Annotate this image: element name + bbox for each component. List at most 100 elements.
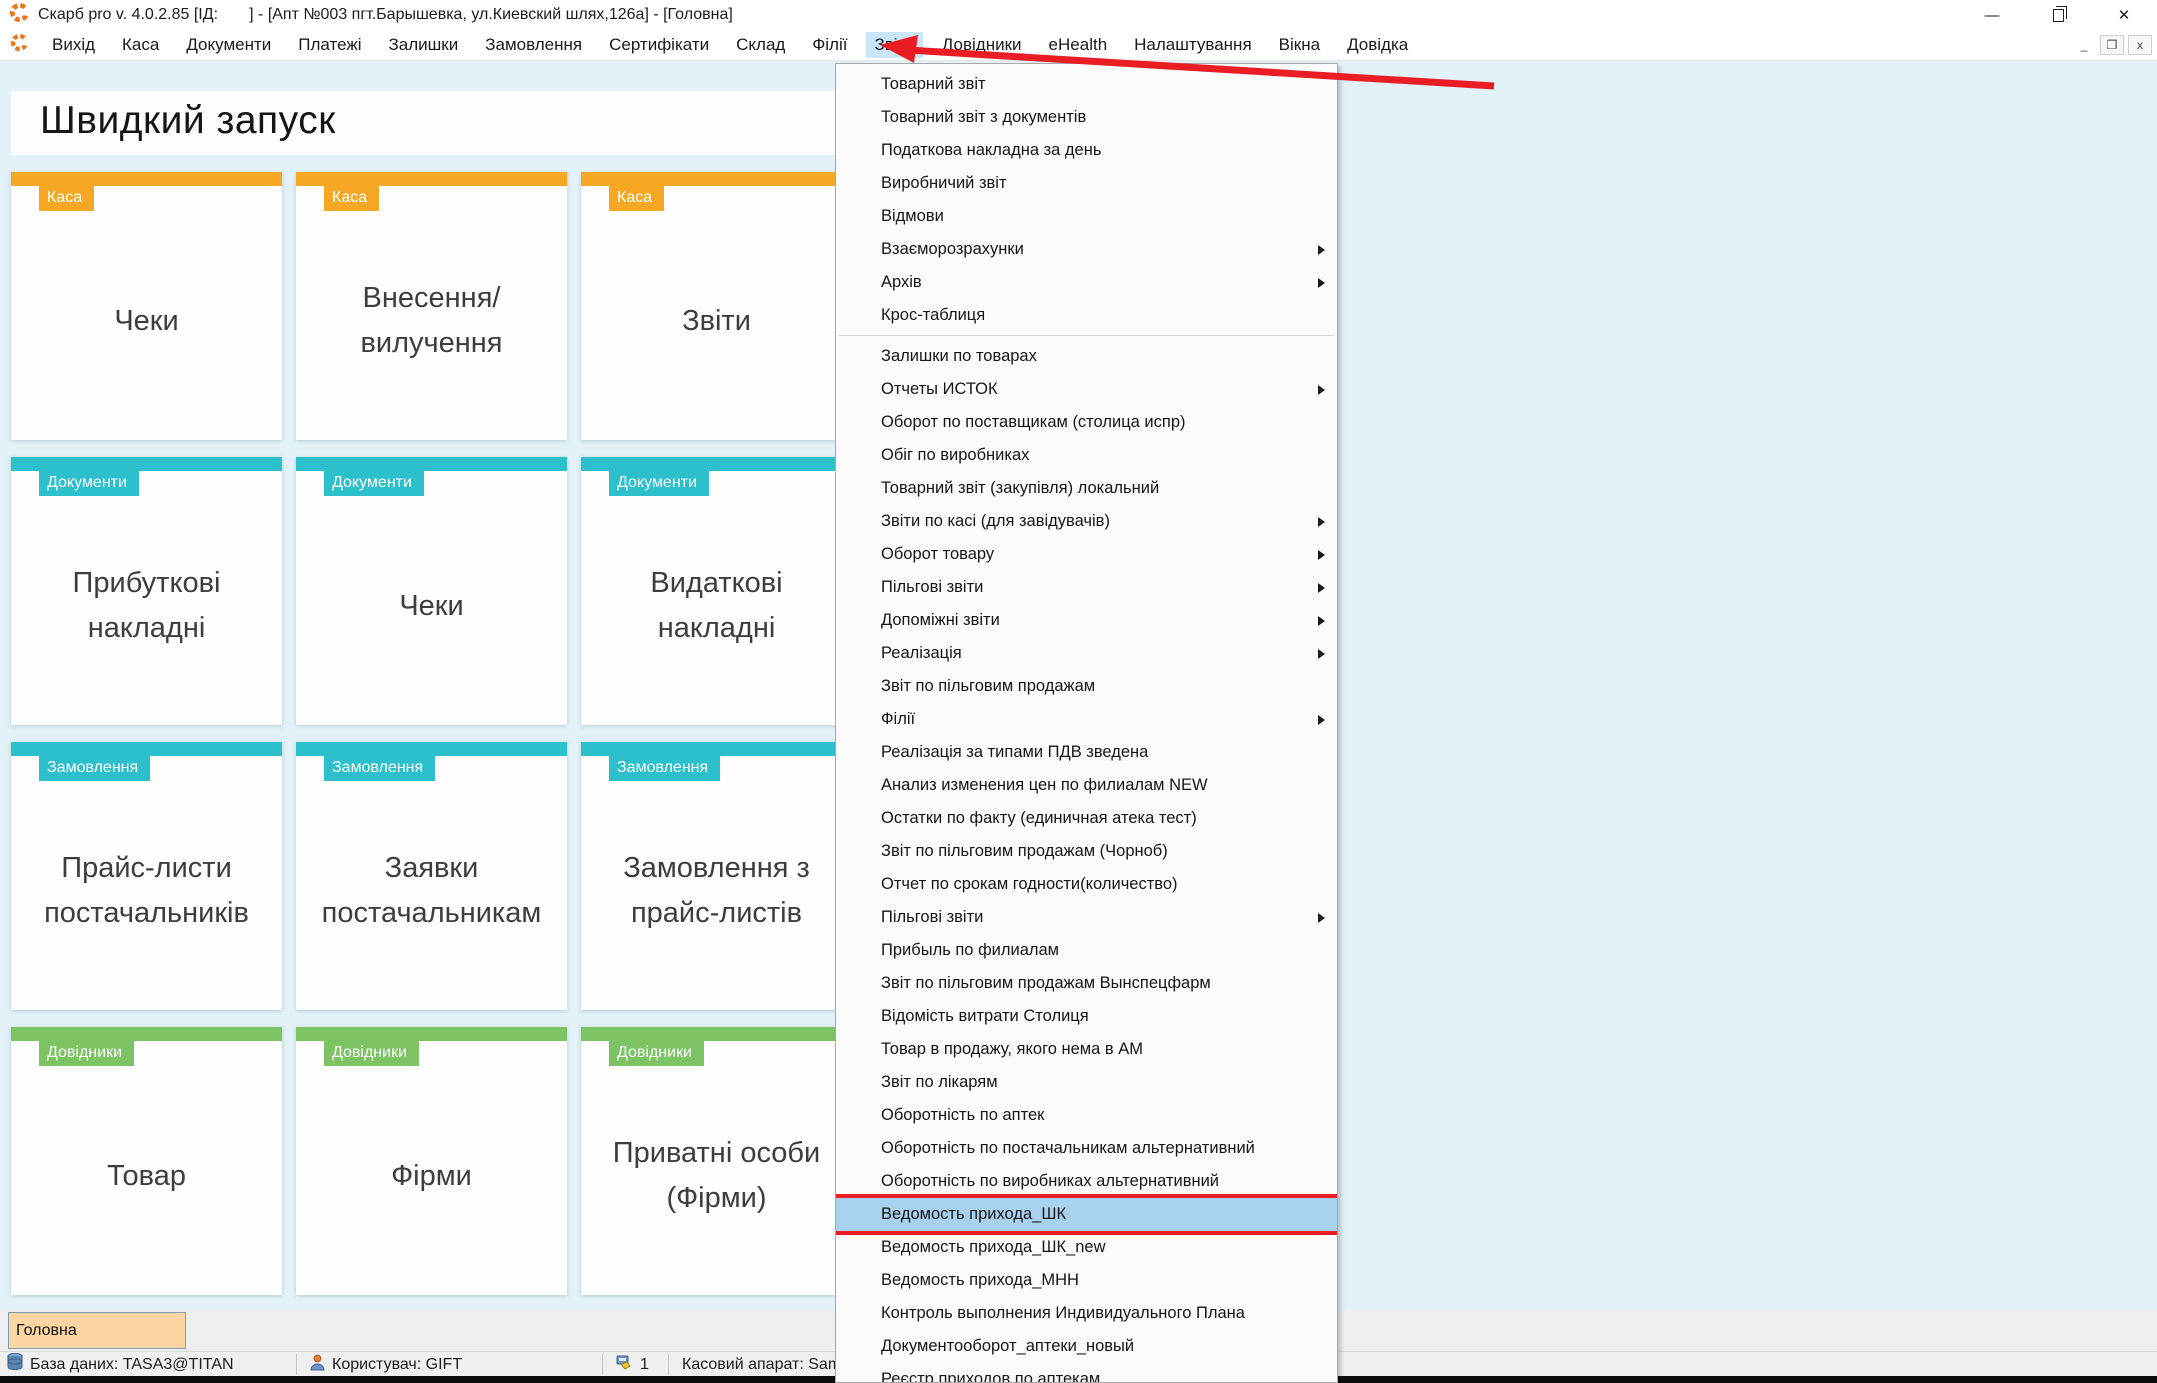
quick-launch-tile[interactable]: Каса Чеки	[11, 172, 282, 440]
dropdown-item[interactable]: Звіт по лікарям	[836, 1066, 1337, 1099]
dropdown-item[interactable]: Оборотність по аптек	[836, 1099, 1337, 1132]
dropdown-item[interactable]: Архів	[836, 266, 1337, 299]
tile-category-tag: Довідники	[609, 1041, 704, 1066]
dropdown-item[interactable]: Звіт по пільговим продажам Вынспецфарм	[836, 967, 1337, 1000]
restore-icon	[2053, 9, 2064, 22]
dropdown-item-label: Отчет по срокам годности(количество)	[881, 875, 1178, 893]
dropdown-item[interactable]: Оборотність по постачальникам альтернати…	[836, 1132, 1337, 1165]
menubar-item[interactable]: Вихід	[44, 32, 103, 58]
menubar-item[interactable]: Платежі	[290, 32, 369, 58]
quick-launch-tile[interactable]: Каса Внесення/вилучення	[296, 172, 567, 440]
tile-category-tag: Довідники	[324, 1041, 419, 1066]
dropdown-item[interactable]: Відомість витрати Столиця	[836, 1000, 1337, 1033]
tile-category-tag: Замовлення	[39, 756, 150, 781]
tile-label: Видаткові накладні	[591, 501, 842, 711]
menubar-item[interactable]: Замовлення	[477, 32, 590, 58]
quick-launch-tile[interactable]: Замовлення Заявки постачальникам	[296, 742, 567, 1010]
dropdown-item[interactable]: Звіт по пільговим продажам (Чорноб)	[836, 835, 1337, 868]
menubar-item[interactable]: Довідка	[1339, 32, 1416, 58]
dropdown-item[interactable]: Ведомость прихода_ШК_new	[836, 1231, 1337, 1264]
dropdown-item[interactable]: Остатки по факту (единичная атека тест)	[836, 802, 1337, 835]
dropdown-item-label: Обіг по виробниках	[881, 446, 1029, 464]
dropdown-item[interactable]: Анализ изменения цен по филиалам NEW	[836, 769, 1337, 802]
tile-category-bar	[581, 742, 852, 756]
quick-launch-grid: Каса Чеки Каса Внесення/вилучення Каса З…	[11, 172, 852, 1295]
dropdown-item-label: Товарний звіт з документів	[881, 108, 1086, 126]
submenu-arrow-icon	[1318, 517, 1325, 527]
dropdown-item-label: Звіти по касі (для завідувачів)	[881, 512, 1110, 530]
mdi-restore-button[interactable]: ❐	[2100, 35, 2124, 55]
dropdown-item[interactable]: Оборотність по виробниках альтернативний	[836, 1165, 1337, 1198]
dropdown-item[interactable]: Відмови	[836, 200, 1337, 233]
minimize-button[interactable]: —	[1959, 0, 2025, 30]
menubar-item[interactable]: Сертифікати	[601, 32, 717, 58]
dropdown-item[interactable]: Звіти по касі (для завідувачів)	[836, 505, 1337, 538]
restore-button[interactable]	[2025, 0, 2091, 30]
dropdown-item[interactable]: Ведомость прихода_МНН	[836, 1264, 1337, 1297]
menubar-item[interactable]: Філії	[804, 32, 855, 58]
dropdown-item[interactable]: Реалізація	[836, 637, 1337, 670]
dropdown-item[interactable]: Товар в продажу, якого нема в АМ	[836, 1033, 1337, 1066]
dropdown-item-label: Пільгові звіти	[881, 908, 983, 926]
tile-category-bar	[581, 1027, 852, 1041]
menubar-item[interactable]: Вікна	[1271, 32, 1328, 58]
dropdown-item[interactable]: Документооборот_аптеки_новый	[836, 1330, 1337, 1363]
dropdown-item-label: Ведомость прихода_ШК_new	[881, 1238, 1106, 1256]
dropdown-item[interactable]: Пільгові звіти	[836, 901, 1337, 934]
quick-launch-tile[interactable]: Довідники Товар	[11, 1027, 282, 1295]
submenu-arrow-icon	[1318, 649, 1325, 659]
mdi-close-button[interactable]: x	[2128, 35, 2152, 55]
mdi-minimize-button[interactable]: _	[2072, 35, 2096, 55]
dropdown-item[interactable]: Прибыль по филиалам	[836, 934, 1337, 967]
quick-launch-tile[interactable]: Довідники Фірми	[296, 1027, 567, 1295]
dropdown-item[interactable]: Філії	[836, 703, 1337, 736]
dropdown-item[interactable]: Виробничий звіт	[836, 167, 1337, 200]
dropdown-item[interactable]: Податкова накладна за день	[836, 134, 1337, 167]
dropdown-item[interactable]: Звіт по пільговим продажам	[836, 670, 1337, 703]
dropdown-item-highlighted[interactable]: Ведомость прихода_ШК	[836, 1198, 1337, 1231]
tile-label: Фірми	[306, 1071, 557, 1281]
dropdown-item[interactable]: Крос-таблиця	[836, 299, 1337, 332]
menubar-item[interactable]: Звіти	[866, 32, 922, 58]
dropdown-item[interactable]: Взаєморозрахунки	[836, 233, 1337, 266]
quick-launch-tile[interactable]: Довідники Приватні особи (Фірми)	[581, 1027, 852, 1295]
dropdown-item-label: Виробничий звіт	[881, 174, 1007, 192]
dropdown-item[interactable]: Залишки по товарах	[836, 340, 1337, 373]
dropdown-item[interactable]: Контроль выполнения Индивидуального План…	[836, 1297, 1337, 1330]
dropdown-item[interactable]: Отчеты ИСТОК	[836, 373, 1337, 406]
dropdown-item[interactable]: Товарний звіт	[836, 68, 1337, 101]
menubar-item[interactable]: Склад	[728, 32, 793, 58]
menubar-item[interactable]: eHealth	[1041, 32, 1116, 58]
dropdown-item[interactable]: Оборот товару	[836, 538, 1337, 571]
dropdown-item[interactable]: Допоміжні звіти	[836, 604, 1337, 637]
submenu-arrow-icon	[1318, 550, 1325, 560]
dropdown-item[interactable]: Обіг по виробниках	[836, 439, 1337, 472]
quick-launch-tile[interactable]: Документи Чеки	[296, 457, 567, 725]
status-separator	[668, 1354, 669, 1375]
menubar-item[interactable]: Документи	[178, 32, 279, 58]
quick-launch-tile[interactable]: Документи Видаткові накладні	[581, 457, 852, 725]
close-button[interactable]: ✕	[2091, 0, 2157, 30]
dropdown-item-label: Архів	[881, 273, 922, 291]
quick-launch-tile[interactable]: Замовлення Прайс-листи постачальників	[11, 742, 282, 1010]
tab-golovna[interactable]: Головна	[8, 1312, 186, 1349]
menubar-item[interactable]: Налаштування	[1126, 32, 1260, 58]
quick-launch-tile[interactable]: Документи Прибуткові накладні	[11, 457, 282, 725]
dropdown-item[interactable]: Отчет по срокам годности(количество)	[836, 868, 1337, 901]
dropdown-item-label: Оборотність по постачальникам альтернати…	[881, 1139, 1255, 1157]
quick-launch-tile[interactable]: Каса Звіти	[581, 172, 852, 440]
user-icon	[310, 1354, 325, 1376]
dropdown-item[interactable]: Оборот по поставщикам (столица испр)	[836, 406, 1337, 439]
dropdown-item-label: Товарний звіт	[881, 75, 986, 93]
quick-launch-tile[interactable]: Замовлення Замовлення з прайс-листів	[581, 742, 852, 1010]
dropdown-item[interactable]: Пільгові звіти	[836, 571, 1337, 604]
menubar-item[interactable]: Довідники	[934, 32, 1030, 58]
cash-register-icon	[615, 1354, 633, 1375]
dropdown-item[interactable]: Товарний звіт з документів	[836, 101, 1337, 134]
menubar-item[interactable]: Каса	[114, 32, 167, 58]
submenu-arrow-icon	[1318, 616, 1325, 626]
dropdown-item[interactable]: Реєстр приходов по аптекам	[836, 1363, 1337, 1383]
dropdown-item[interactable]: Товарний звіт (закупівля) локальний	[836, 472, 1337, 505]
dropdown-item[interactable]: Реалізація за типами ПДВ зведена	[836, 736, 1337, 769]
menubar-item[interactable]: Залишки	[381, 32, 467, 58]
